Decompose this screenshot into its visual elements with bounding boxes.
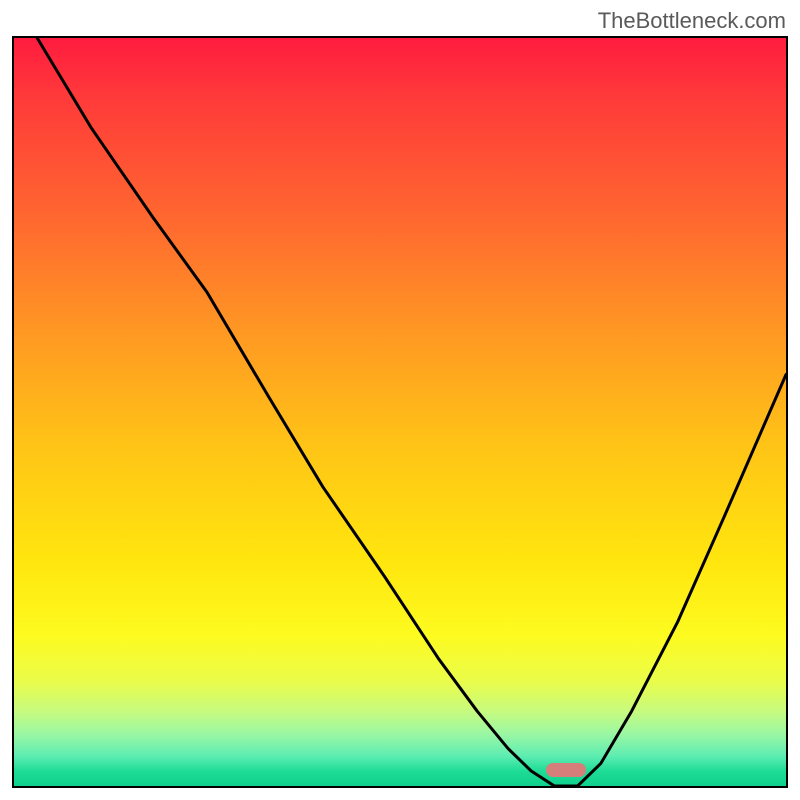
watermark-text: TheBottleneck.com xyxy=(598,8,786,34)
chart-curve xyxy=(14,38,786,786)
chart-min-marker xyxy=(546,763,586,777)
chart-frame xyxy=(12,36,788,788)
